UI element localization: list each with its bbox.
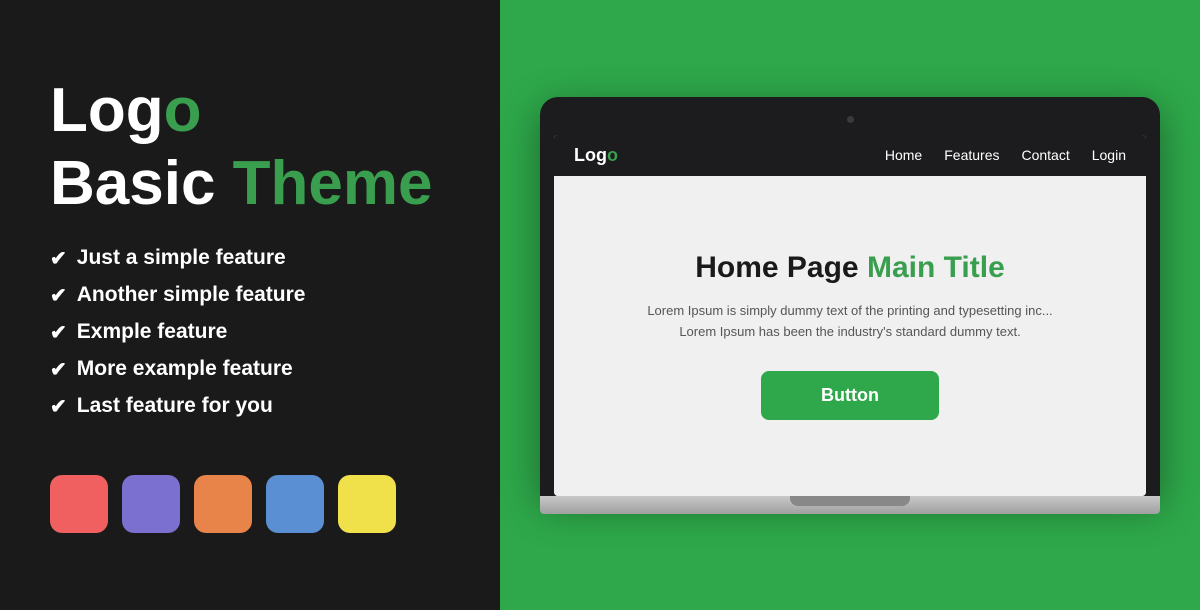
checkmark-icon: ✔ [50,357,67,382]
laptop-base [540,496,1160,514]
tagline-heading: Basic Theme [50,150,450,218]
logo-green-o: o [164,76,202,145]
website-content: Home Page Main Title Lorem Ipsum is simp… [554,176,1146,496]
hero-title-black: Home Page [695,251,867,284]
feature-label: Another simple feature [77,283,306,307]
orange-swatch[interactable] [194,475,252,533]
camera-dot [847,116,854,123]
left-panel: Logo Basic Theme ✔ Just a simple feature… [0,0,500,610]
nav-login[interactable]: Login [1092,147,1126,163]
browser-navbar: Logo Home Features Contact Login [554,135,1146,176]
list-item: ✔ Exmple feature [50,320,450,345]
checkmark-icon: ✔ [50,394,67,419]
feature-label: More example feature [77,357,293,381]
tagline-theme: Theme [233,149,433,218]
camera-bar [554,111,1146,129]
nav-features[interactable]: Features [944,147,999,163]
list-item: ✔ More example feature [50,357,450,382]
checkmark-icon: ✔ [50,246,67,271]
list-item: ✔ Just a simple feature [50,246,450,271]
right-panel: Logo Home Features Contact Login Home Pa… [500,0,1200,610]
feature-list: ✔ Just a simple feature ✔ Another simple… [50,246,450,431]
browser-nav-links: Home Features Contact Login [885,147,1126,163]
red-swatch[interactable] [50,475,108,533]
laptop-outer: Logo Home Features Contact Login Home Pa… [540,97,1160,496]
hero-button[interactable]: Button [761,371,939,420]
laptop-mockup: Logo Home Features Contact Login Home Pa… [540,97,1160,514]
checkmark-icon: ✔ [50,283,67,308]
purple-swatch[interactable] [122,475,180,533]
hero-description: Lorem Ipsum is simply dummy text of the … [640,301,1060,343]
feature-label: Exmple feature [77,320,228,344]
nav-contact[interactable]: Contact [1021,147,1069,163]
hero-title-green: Main Title [867,251,1005,284]
browser-logo: Logo [574,145,618,166]
color-swatches [50,475,450,533]
browser-logo-green: o [607,145,618,165]
feature-label: Just a simple feature [77,246,286,270]
laptop-notch [790,496,910,506]
tagline-basic: Basic [50,149,233,218]
yellow-swatch[interactable] [338,475,396,533]
checkmark-icon: ✔ [50,320,67,345]
blue-swatch[interactable] [266,475,324,533]
nav-home[interactable]: Home [885,147,922,163]
feature-label: Last feature for you [77,394,273,418]
laptop-screen: Logo Home Features Contact Login Home Pa… [554,135,1146,496]
list-item: ✔ Another simple feature [50,283,450,308]
logo-heading: Logo [50,77,450,145]
hero-title: Home Page Main Title [695,251,1005,285]
list-item: ✔ Last feature for you [50,394,450,419]
